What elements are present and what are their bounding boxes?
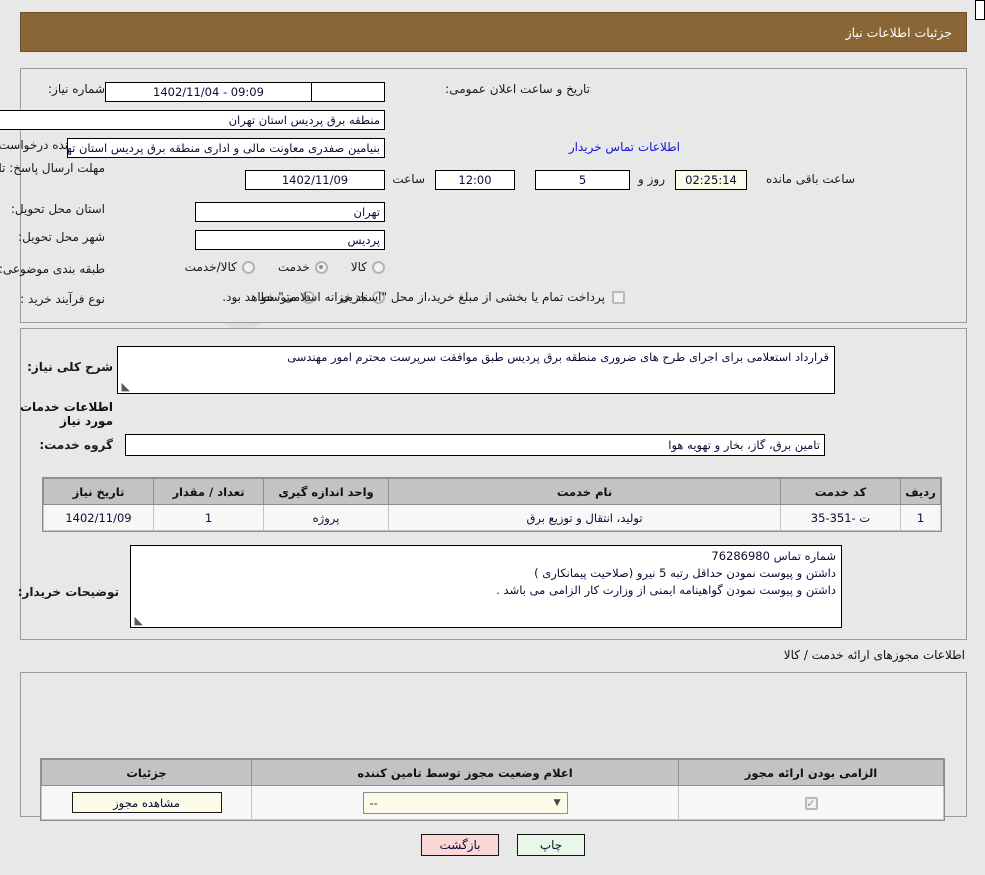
buyer-contact-link[interactable]: اطلاعات تماس خریدار bbox=[569, 140, 680, 154]
cell-need-date: 1402/11/09 bbox=[43, 504, 154, 531]
radio-category-1-label: خدمت bbox=[277, 260, 310, 274]
permit-required-checkbox bbox=[804, 796, 818, 810]
services-section-title: اطلاعات خدمات مورد نیاز bbox=[19, 400, 113, 428]
permits-table-row: ▼ -- مشاهده مجوز bbox=[41, 785, 944, 820]
buyer-notes-textarea[interactable]: شماره تماس 76286980 داشتن و پیوست نمودن … bbox=[130, 545, 842, 628]
deadline-label: مهلت ارسال پاسخ: تا تاریخ: bbox=[0, 161, 105, 175]
th-service-code: کد خدمت bbox=[780, 478, 901, 505]
permit-status-select[interactable]: ▼ -- bbox=[362, 791, 568, 814]
cell-service-name: تولید، انتقال و توزیع برق bbox=[388, 504, 781, 531]
th-service-name: نام خدمت bbox=[388, 478, 781, 505]
province-label: استان محل تحویل: bbox=[10, 202, 105, 216]
description-value: قرارداد استعلامی برای اجرای طرح های ضرور… bbox=[287, 350, 829, 364]
radio-category-2[interactable] bbox=[241, 260, 255, 274]
days-remaining-value: 5 bbox=[535, 170, 630, 190]
permit-status-value: -- bbox=[369, 795, 378, 810]
page-root: AnaTender.net جزئیات اطلاعات نیاز شماره … bbox=[0, 0, 985, 875]
service-group-label: گروه خدمت: bbox=[39, 438, 113, 452]
category-label: طبقه بندی موضوعی: bbox=[0, 262, 105, 276]
deadline-date-value: 1402/11/09 bbox=[245, 170, 385, 190]
permits-table-header-row: الزامی بودن ارائه مجوز اعلام وضعیت مجوز … bbox=[41, 759, 944, 786]
cell-permit-details: مشاهده مجوز bbox=[41, 785, 252, 820]
treasury-checkbox-row: پرداخت تمام یا بخشی از مبلغ خرید،از محل … bbox=[222, 290, 625, 304]
permits-table-wrapper: الزامی بودن ارائه مجوز اعلام وضعیت مجوز … bbox=[40, 758, 945, 821]
countdown-value: 02:25:14 bbox=[675, 170, 747, 190]
creator-value: بنیامین صفدری معاونت مالی و اداری منطقه … bbox=[67, 138, 385, 158]
service-group-value: تامین برق، گاز، بخار و تهویه هوا bbox=[125, 434, 825, 456]
th-quantity: تعداد / مقدار bbox=[153, 478, 264, 505]
cell-permit-status: ▼ -- bbox=[251, 785, 679, 820]
print-button[interactable]: چاپ bbox=[517, 834, 585, 856]
cell-quantity: 1 bbox=[153, 504, 264, 531]
chevron-down-icon: ▼ bbox=[553, 797, 561, 808]
days-label: روز و bbox=[638, 172, 665, 186]
th-permit-details: جزئیات bbox=[41, 759, 252, 786]
hour-label: ساعت bbox=[392, 172, 425, 186]
services-table-header-row: ردیف کد خدمت نام خدمت واحد اندازه گیری ت… bbox=[43, 478, 941, 505]
permits-table: الزامی بودن ارائه مجوز اعلام وضعیت مجوز … bbox=[41, 759, 944, 820]
description-textarea[interactable]: قرارداد استعلامی برای اجرای طرح های ضرور… bbox=[117, 346, 835, 394]
city-label: شهر محل تحویل: bbox=[18, 230, 105, 244]
cell-service-code: ت -351-35 bbox=[780, 504, 901, 531]
treasury-checkbox[interactable] bbox=[612, 290, 625, 304]
services-table: ردیف کد خدمت نام خدمت واحد اندازه گیری ت… bbox=[43, 478, 941, 531]
th-unit: واحد اندازه گیری bbox=[263, 478, 389, 505]
page-title: جزئیات اطلاعات نیاز bbox=[845, 24, 952, 40]
buyer-note-line-1: داشتن و پیوست نمودن حداقل رتبه 5 نیرو (ص… bbox=[534, 566, 836, 580]
radio-category-1[interactable] bbox=[314, 260, 328, 274]
public-announce-value: 09:09 - 1402/11/04 bbox=[105, 82, 312, 102]
description-label: شرح کلی نیاز: bbox=[27, 360, 113, 374]
th-permit-required: الزامی بودن ارائه مجوز bbox=[678, 759, 944, 786]
view-permit-button[interactable]: مشاهده مجوز bbox=[71, 792, 222, 813]
category-radio-group: کالا خدمت کالا/خدمت bbox=[180, 260, 385, 274]
th-need-date: تاریخ نیاز bbox=[43, 478, 154, 505]
need-number-label: شماره نیاز: bbox=[48, 82, 105, 96]
city-value: پردیس bbox=[195, 230, 385, 250]
page-header-bar: جزئیات اطلاعات نیاز bbox=[20, 12, 967, 52]
services-table-row: 1 ت -351-35 تولید، انتقال و توزیع برق پر… bbox=[43, 504, 941, 531]
th-row-index: ردیف bbox=[900, 478, 941, 505]
buyer-notes-label: توضیحات خریدار: bbox=[17, 585, 119, 599]
back-button[interactable]: بازگشت bbox=[421, 834, 499, 856]
buyer-note-line-2: داشتن و پیوست نمودن گواهینامه ایمنی از و… bbox=[496, 583, 836, 597]
purchase-type-label: نوع فرآیند خرید : bbox=[20, 292, 105, 306]
radio-category-0[interactable] bbox=[372, 260, 385, 274]
cell-unit: پروژه bbox=[263, 504, 389, 531]
radio-category-0-label: کالا bbox=[350, 260, 367, 274]
resize-grip-icon[interactable]: ◣ bbox=[120, 381, 130, 392]
public-announce-label: تاریخ و ساعت اعلان عمومی: bbox=[445, 82, 590, 96]
permits-section-title: اطلاعات مجوزهای ارائه خدمت / کالا bbox=[783, 648, 965, 662]
buyer-note-line-0: شماره تماس 76286980 bbox=[711, 549, 836, 563]
cell-permit-required bbox=[678, 785, 944, 820]
deadline-time-value: 12:00 bbox=[435, 170, 515, 190]
countdown-suffix-label: ساعت باقی مانده bbox=[765, 172, 855, 186]
resize-grip-icon[interactable]: ◣ bbox=[133, 615, 143, 626]
th-permit-status: اعلام وضعیت مجوز توسط تامین کننده bbox=[251, 759, 679, 786]
radio-category-2-label: کالا/خدمت bbox=[184, 260, 237, 274]
province-value: تهران bbox=[195, 202, 385, 222]
cell-row-index: 1 bbox=[900, 504, 941, 531]
services-table-wrapper: ردیف کد خدمت نام خدمت واحد اندازه گیری ت… bbox=[42, 477, 942, 532]
buyer-org-value: منطقه برق پردیس استان تهران bbox=[0, 110, 385, 130]
need-info-panel bbox=[20, 68, 967, 323]
treasury-checkbox-label: پرداخت تمام یا بخشی از مبلغ خرید،از محل … bbox=[222, 290, 605, 304]
